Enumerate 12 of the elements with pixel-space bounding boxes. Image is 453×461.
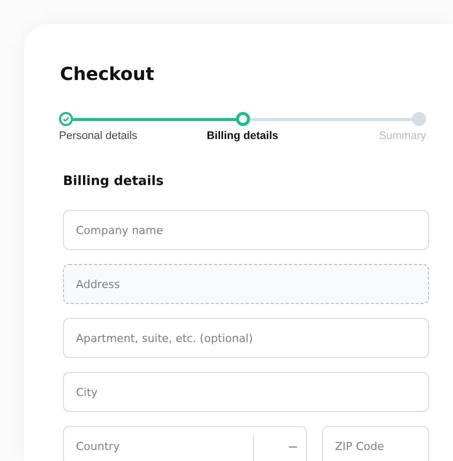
caret-icon <box>288 445 298 449</box>
input-field[interactable]: Company name <box>63 210 429 250</box>
input-field[interactable]: City <box>63 372 429 412</box>
step-label: Personal details <box>59 130 138 142</box>
section-title: Billing details <box>63 173 165 191</box>
step-label: Summary <box>378 130 426 142</box>
input-field[interactable]: Address <box>63 264 429 304</box>
step-label: Billing details <box>206 130 278 142</box>
input-field[interactable]: ZIP Code <box>322 426 429 461</box>
page-title: Checkout <box>60 63 156 87</box>
country-select[interactable]: Country <box>63 426 307 461</box>
input-field[interactable]: Apartment, suite, etc. (optional) <box>63 318 429 358</box>
